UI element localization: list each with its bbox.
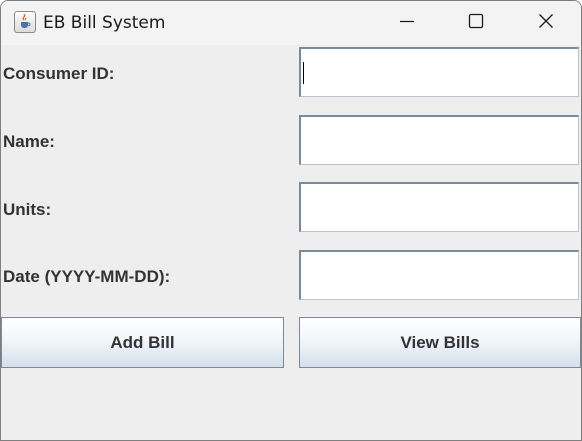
consumer-id-input[interactable]	[299, 47, 579, 97]
consumer-id-label: Consumer ID:	[3, 64, 115, 83]
maximize-button[interactable]	[453, 1, 499, 45]
name-label: Name:	[3, 132, 55, 151]
date-input[interactable]	[299, 250, 579, 300]
name-input[interactable]	[299, 115, 579, 165]
units-label: Units:	[3, 200, 52, 219]
close-button[interactable]	[523, 1, 569, 45]
java-cup-icon	[14, 11, 36, 33]
title-bar[interactable]: EB Bill System	[1, 1, 581, 45]
text-caret	[303, 62, 304, 84]
view-bills-button[interactable]: View Bills	[299, 317, 581, 368]
units-input[interactable]	[299, 182, 579, 232]
maximize-icon	[468, 13, 484, 34]
app-window: EB Bill System Consumer ID: Name: Units:…	[0, 0, 582, 441]
window-title: EB Bill System	[43, 13, 166, 33]
minimize-button[interactable]	[384, 1, 430, 45]
minimize-icon	[399, 13, 415, 34]
add-bill-button[interactable]: Add Bill	[1, 317, 284, 368]
close-icon	[538, 13, 554, 34]
date-label: Date (YYYY-MM-DD):	[3, 267, 171, 286]
